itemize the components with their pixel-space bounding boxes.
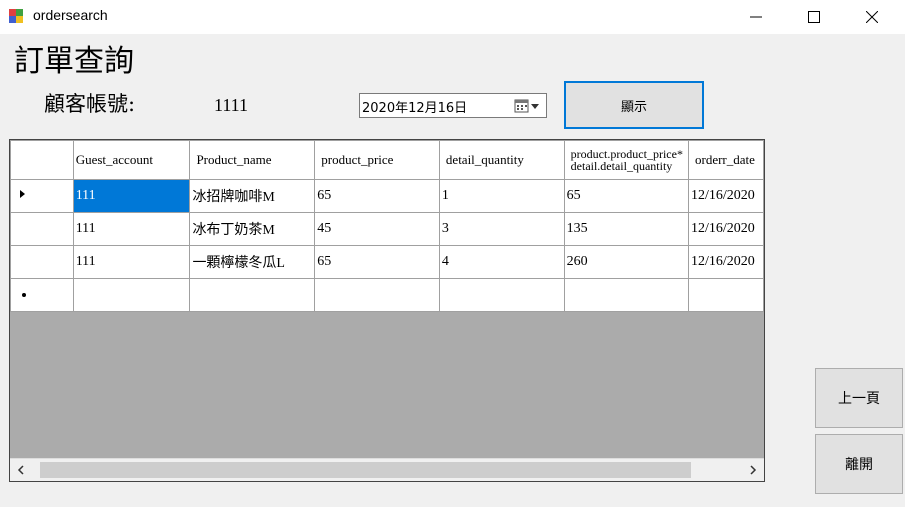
- prev-page-button[interactable]: 上一頁: [815, 368, 903, 428]
- table-row[interactable]: 111 冰布丁奶茶M 45 3 135 12/16/2020: [10, 212, 764, 246]
- row-header[interactable]: [10, 179, 74, 213]
- table-cell[interactable]: 冰招牌咖啡M: [189, 179, 316, 213]
- table-cell[interactable]: 1: [438, 179, 565, 213]
- table-cell[interactable]: [563, 278, 689, 312]
- date-value: 2020年12月16日: [362, 101, 468, 116]
- table-cell[interactable]: 111: [72, 179, 191, 213]
- table-cell[interactable]: [687, 278, 764, 312]
- table-cell[interactable]: 260: [563, 245, 689, 279]
- row-header[interactable]: [10, 245, 74, 279]
- title-bar: ordersearch: [0, 0, 905, 34]
- table-cell[interactable]: 12/16/2020: [687, 179, 764, 213]
- table-cell[interactable]: 一顆檸檬冬瓜L: [189, 245, 316, 279]
- table-cell[interactable]: 12/16/2020: [687, 212, 764, 246]
- table-cell[interactable]: 4: [438, 245, 565, 279]
- app-icon: [9, 9, 23, 23]
- table-row[interactable]: 111 一顆檸檬冬瓜L 65 4 260 12/16/2020: [10, 245, 764, 279]
- table-cell[interactable]: [314, 278, 440, 312]
- table-cell[interactable]: 3: [438, 212, 565, 246]
- order-date-picker[interactable]: 2020年12月16日: [359, 93, 547, 118]
- new-row-asterisk-icon: [22, 293, 26, 297]
- account-label: 顧客帳號:: [44, 92, 136, 116]
- maximize-button[interactable]: [785, 0, 843, 34]
- corner-header: [10, 140, 74, 180]
- column-header[interactable]: Product_name: [189, 140, 316, 180]
- show-button[interactable]: 顯示: [564, 81, 704, 129]
- close-icon: [866, 11, 878, 23]
- maximize-icon: [808, 11, 820, 23]
- leave-button[interactable]: 離開: [815, 434, 903, 494]
- table-cell[interactable]: 冰布丁奶茶M: [189, 212, 316, 246]
- column-header[interactable]: orderr_date: [687, 140, 764, 180]
- scroll-thumb[interactable]: [40, 462, 691, 478]
- order-grid[interactable]: Guest_account Product_name product_price…: [9, 139, 765, 482]
- table-cell[interactable]: 65: [314, 245, 440, 279]
- table-cell[interactable]: [72, 278, 191, 312]
- table-cell[interactable]: 111: [72, 245, 191, 279]
- row-header[interactable]: [10, 212, 74, 246]
- table-cell[interactable]: [438, 278, 565, 312]
- window-title: ordersearch: [33, 7, 108, 23]
- order-table: Guest_account Product_name product_price…: [10, 140, 764, 312]
- page-title: 訂單查詢: [14, 44, 134, 79]
- column-header[interactable]: product_price: [314, 140, 440, 180]
- close-button[interactable]: [843, 0, 901, 34]
- table-row[interactable]: 111 冰招牌咖啡M 65 1 65 12/16/2020: [10, 179, 764, 213]
- account-value: 1111: [214, 95, 248, 115]
- row-header[interactable]: [10, 278, 74, 312]
- table-cell[interactable]: 135: [563, 212, 689, 246]
- table-cell[interactable]: 12/16/2020: [687, 245, 764, 279]
- horizontal-scrollbar[interactable]: [10, 458, 764, 481]
- table-cell[interactable]: 45: [314, 212, 440, 246]
- scroll-left-button[interactable]: [10, 459, 32, 481]
- current-row-arrow-icon: [20, 190, 25, 198]
- scroll-right-button[interactable]: [742, 459, 764, 481]
- new-row[interactable]: [10, 278, 764, 312]
- minimize-icon: [750, 16, 762, 18]
- calendar-dropdown-icon[interactable]: [513, 98, 541, 114]
- chevron-right-icon: [750, 465, 757, 475]
- table-cell[interactable]: 111: [72, 212, 191, 246]
- column-header[interactable]: detail_quantity: [438, 140, 565, 180]
- table-cell[interactable]: 65: [314, 179, 440, 213]
- table-cell[interactable]: 65: [563, 179, 689, 213]
- minimize-button[interactable]: [727, 0, 785, 34]
- chevron-left-icon: [17, 465, 24, 475]
- table-cell[interactable]: [189, 278, 316, 312]
- header-row: Guest_account Product_name product_price…: [10, 140, 764, 180]
- column-header[interactable]: Guest_account: [72, 140, 191, 180]
- column-header[interactable]: product.product_price* detail.detail_qua…: [563, 140, 689, 180]
